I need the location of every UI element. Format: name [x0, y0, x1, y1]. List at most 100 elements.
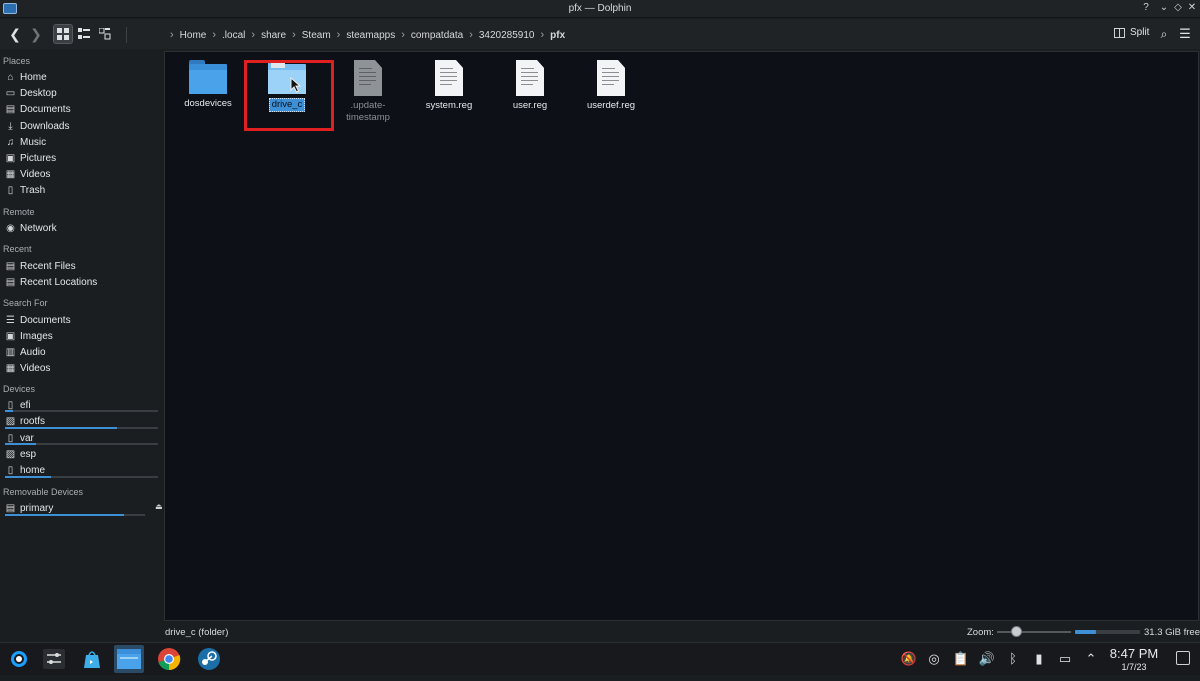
- sidebar-item-label: Music: [20, 137, 47, 148]
- text-file-icon: [516, 60, 544, 96]
- drive-icon: ▯: [7, 465, 14, 476]
- sidebar-item-label: home: [20, 465, 46, 476]
- sidebar-item-search-audio[interactable]: ▥ Audio: [5, 345, 159, 360]
- breadcrumb-local[interactable]: .local: [222, 30, 245, 41]
- sidebar-item-music[interactable]: ♫ Music: [5, 135, 159, 150]
- images-icon: ▣: [5, 331, 16, 342]
- show-desktop-icon[interactable]: [1176, 651, 1190, 665]
- chrome-icon[interactable]: [154, 645, 184, 673]
- var-usage-bar: [5, 443, 158, 445]
- free-space-bar: [1075, 630, 1140, 634]
- sidebar-item-documents[interactable]: ▤ Documents: [5, 102, 159, 117]
- help-icon[interactable]: ?: [1139, 2, 1153, 13]
- folder-icon: [189, 60, 227, 94]
- steamos-icon[interactable]: [4, 645, 34, 673]
- drive-locked-icon: ▨: [5, 416, 16, 427]
- sidebar-item-recent-locations[interactable]: ▤ Recent Locations: [5, 275, 159, 290]
- forward-button[interactable]: ❯: [29, 24, 43, 44]
- sidebar-item-search-videos[interactable]: ▦ Videos: [5, 361, 159, 376]
- sidebar-item-recent-files[interactable]: ▤ Recent Files: [5, 259, 159, 274]
- recent-files-icon: ▤: [5, 261, 16, 272]
- expand-tray-icon[interactable]: ⌃: [1082, 651, 1100, 667]
- compact-view-icon: [78, 28, 90, 39]
- zoom-label: Zoom:: [967, 627, 994, 638]
- toolbar: ❮ ❯ › Home › .local › share › Steam › st…: [0, 19, 1200, 49]
- usage-fill: [5, 410, 13, 412]
- sd-card-icon: ▤: [5, 503, 16, 514]
- sidebar-item-label: esp: [20, 449, 37, 460]
- sidebar-item-label: Trash: [20, 185, 46, 196]
- file-item-user-reg[interactable]: user.reg: [489, 60, 571, 112]
- settings-icon[interactable]: [39, 645, 69, 673]
- taskbar: 🔕 ◎ 📋 🔊 ᛒ ▮ ▭ ⌃ 8:47 PM 1/7/23: [0, 642, 1200, 675]
- sidebar-item-search-images[interactable]: ▣ Images: [5, 329, 159, 344]
- display-icon[interactable]: ▭: [1056, 651, 1074, 667]
- zoom-slider[interactable]: [997, 631, 1071, 633]
- volume-icon[interactable]: 🔊: [978, 651, 996, 667]
- sidebar-item-label: Pictures: [20, 153, 57, 164]
- remote-header: Remote: [3, 207, 35, 217]
- split-button[interactable]: Split: [1114, 27, 1149, 38]
- breadcrumb-compatdata[interactable]: compatdata: [411, 30, 463, 41]
- close-icon[interactable]: ✕: [1185, 2, 1199, 13]
- sidebar-item-pictures[interactable]: ▣ Pictures: [5, 151, 159, 166]
- dolphin-icon[interactable]: [114, 645, 144, 673]
- hamburger-menu-icon[interactable]: ☰: [1178, 24, 1192, 44]
- breadcrumb-steam[interactable]: Steam: [302, 30, 331, 41]
- sidebar-item-trash[interactable]: ▯ Trash: [5, 183, 159, 198]
- highlight-annotation-box: [244, 60, 334, 131]
- usage-fill: [5, 476, 51, 478]
- sidebar-item-network[interactable]: ◉ Network: [5, 221, 159, 236]
- back-button[interactable]: ❮: [8, 24, 22, 44]
- home-icon: ⌂: [7, 72, 14, 83]
- sidebar-item-search-documents[interactable]: ☰ Documents: [5, 313, 159, 328]
- icons-view-button[interactable]: [53, 24, 73, 44]
- file-item-system-reg[interactable]: system.reg: [408, 60, 490, 112]
- breadcrumb-current[interactable]: pfx: [550, 30, 565, 41]
- free-space-text: 31.3 GiB free: [1144, 627, 1200, 638]
- breadcrumb-home[interactable]: Home: [180, 30, 207, 41]
- mouse-cursor-icon: [290, 77, 302, 93]
- breadcrumb-separator-icon: ›: [469, 29, 473, 41]
- videos-icon: ▦: [5, 169, 16, 180]
- sidebar-item-videos[interactable]: ▦ Videos: [5, 167, 159, 182]
- maximize-icon[interactable]: ◇: [1171, 2, 1185, 13]
- file-item-userdef-reg[interactable]: userdef.reg: [570, 60, 652, 112]
- discover-icon[interactable]: [77, 645, 107, 673]
- file-item-dosdevices[interactable]: dosdevices: [167, 60, 249, 110]
- search-icon[interactable]: ⌕: [1157, 24, 1171, 44]
- sidebar-item-label: Videos: [20, 169, 51, 180]
- pictures-icon: ▣: [5, 153, 16, 164]
- steam-tray-icon[interactable]: ◎: [925, 651, 943, 667]
- clock[interactable]: 8:47 PM 1/7/23: [1106, 646, 1162, 672]
- music-icon: ♫: [6, 137, 15, 148]
- details-view-button[interactable]: [95, 24, 115, 44]
- primary-usage-bar: [5, 514, 145, 516]
- text-file-icon: [435, 60, 463, 96]
- breadcrumb-steamapps[interactable]: steamapps: [346, 30, 395, 41]
- recent-locations-icon: ▤: [5, 277, 16, 288]
- sidebar-item-esp[interactable]: ▨ esp: [5, 447, 159, 462]
- breadcrumb-separator-icon: ›: [540, 29, 545, 41]
- eject-icon[interactable]: ⏏: [155, 502, 163, 511]
- sidebar-item-downloads[interactable]: ⤓ Downloads: [5, 119, 159, 134]
- bluetooth-icon[interactable]: ᛒ: [1004, 651, 1022, 666]
- downloads-icon: ⤓: [8, 121, 13, 132]
- file-view[interactable]: dosdevices drive_c .update- timestamp sy…: [164, 51, 1199, 621]
- zoom-slider-handle[interactable]: [1010, 626, 1022, 637]
- notifications-off-icon[interactable]: 🔕: [900, 651, 918, 667]
- places-header: Places: [3, 56, 31, 66]
- minimize-icon[interactable]: ⌄: [1157, 2, 1171, 13]
- clipboard-icon[interactable]: 📋: [952, 651, 970, 667]
- compact-view-button[interactable]: [74, 24, 94, 44]
- battery-icon[interactable]: ▮: [1030, 651, 1048, 667]
- file-item-update-timestamp[interactable]: .update- timestamp: [327, 60, 409, 124]
- sidebar-item-desktop[interactable]: ▭ Desktop: [5, 86, 159, 101]
- sidebar-item-label: Recent Locations: [20, 277, 98, 288]
- breadcrumb-appid[interactable]: 3420285910: [479, 30, 535, 41]
- network-icon: ◉: [6, 223, 15, 234]
- sidebar-item-home[interactable]: ⌂ Home: [5, 70, 159, 85]
- breadcrumb-share[interactable]: share: [261, 30, 286, 41]
- steam-icon[interactable]: [194, 645, 224, 673]
- title-bar: pfx — Dolphin ? ⌄ ◇ ✕: [0, 0, 1200, 18]
